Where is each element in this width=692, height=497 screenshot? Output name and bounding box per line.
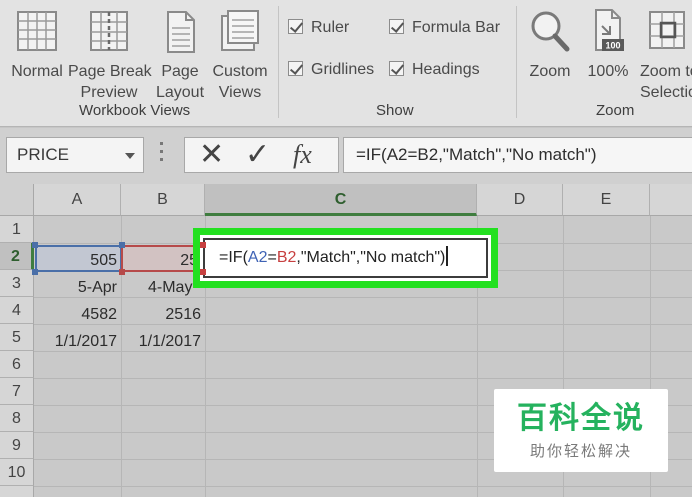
edit-operator: = xyxy=(267,249,277,266)
column-header-d[interactable]: D xyxy=(477,184,563,216)
ribbon-separator xyxy=(516,6,517,118)
ruler-check-icon xyxy=(288,19,303,34)
cancel-icon[interactable]: ✕ xyxy=(199,137,224,173)
edit-prefix: =IF( xyxy=(219,249,248,266)
custom-views-icon xyxy=(221,10,259,51)
cell-b4[interactable]: 2516 xyxy=(122,301,205,328)
zoom-to-selection-button[interactable]: Zoom to Selection xyxy=(638,8,692,101)
column-header-b[interactable]: B xyxy=(121,184,205,216)
row-header-10[interactable]: 10 xyxy=(0,459,34,486)
page-break-preview-label-1: Page Break xyxy=(68,63,152,80)
cell-c2-editor-highlight: =IF(A2=B2,"Match","No match") xyxy=(193,228,498,288)
magnifier-icon xyxy=(531,11,570,52)
chevron-down-icon[interactable] xyxy=(125,153,135,159)
watermark-title: 百科全说 xyxy=(517,401,645,436)
watermark-logo: 百科全说 助你轻松解决 xyxy=(494,389,668,472)
select-all-corner[interactable] xyxy=(0,184,34,216)
cell-a5[interactable]: 1/1/2017 xyxy=(35,328,121,355)
enter-check-icon[interactable]: ✓ xyxy=(245,137,270,173)
ribbon: Normal Page Break Preview Page Layout Cu… xyxy=(0,0,692,127)
page-layout-label-1: Page xyxy=(161,63,199,80)
workbook-views-group-label: Workbook Views xyxy=(79,102,191,119)
gridlines-label: Gridlines xyxy=(311,61,375,78)
custom-views-label-1: Custom xyxy=(212,63,268,80)
normal-view-button[interactable]: Normal xyxy=(4,8,70,98)
zoom-group-label: Zoom xyxy=(596,102,635,119)
cell-a3[interactable]: 5-Apr xyxy=(35,274,121,301)
zoom-button[interactable]: Zoom xyxy=(522,8,578,98)
row-header-2[interactable]: 2 xyxy=(0,243,34,270)
column-header-e[interactable]: E xyxy=(563,184,650,216)
column-header-f[interactable] xyxy=(650,184,692,216)
watermark-subtitle: 助你轻松解决 xyxy=(529,442,632,460)
row-header-9[interactable]: 9 xyxy=(0,432,34,459)
headings-check-icon xyxy=(389,61,404,76)
cell-b3[interactable]: 4-May xyxy=(122,274,194,301)
zoom-100-button[interactable]: 100 100% xyxy=(580,8,636,98)
formula-bar-check-icon xyxy=(389,19,404,34)
insert-function-icon[interactable]: fx xyxy=(293,138,312,172)
headings-label: Headings xyxy=(412,61,480,78)
row-header-6[interactable]: 6 xyxy=(0,351,34,378)
grip-dots-icon xyxy=(160,142,164,168)
formula-input[interactable]: =IF(A2=B2,"Match","No match") xyxy=(343,137,692,173)
cell-a2[interactable]: 505 xyxy=(35,247,121,274)
gridline xyxy=(34,378,692,379)
gridlines-checkbox[interactable]: Gridlines xyxy=(288,61,374,79)
gridlines-check-icon xyxy=(288,61,303,76)
row-header-3[interactable]: 3 xyxy=(0,270,34,297)
row-header-5[interactable]: 5 xyxy=(0,324,34,351)
selection-handle[interactable] xyxy=(200,269,206,275)
page-layout-label-2: Layout xyxy=(155,84,205,101)
cell-a4[interactable]: 4582 xyxy=(35,301,121,328)
normal-view-label: Normal xyxy=(11,63,63,80)
cell-c2-editor[interactable]: =IF(A2=B2,"Match","No match") xyxy=(203,238,488,278)
name-box-value: PRICE xyxy=(17,145,69,164)
show-group-label: Show xyxy=(376,102,414,119)
normal-view-icon xyxy=(17,11,57,51)
name-box[interactable]: PRICE xyxy=(6,137,144,173)
formula-buttons: ✕ ✓ fx xyxy=(184,137,339,173)
edit-rest: ,"Match","No match") xyxy=(296,249,446,266)
formula-bar-label: Formula Bar xyxy=(412,19,501,36)
custom-views-button[interactable]: Custom Views xyxy=(208,8,272,101)
edit-ref-b2: B2 xyxy=(276,249,297,266)
page-layout-button[interactable]: Page Layout xyxy=(152,8,208,101)
ribbon-separator xyxy=(278,6,279,118)
formula-bar-checkbox[interactable]: Formula Bar xyxy=(389,19,500,37)
text-cursor xyxy=(446,246,449,266)
zoom-button-label: Zoom xyxy=(529,63,571,80)
ruler-checkbox[interactable]: Ruler xyxy=(288,19,349,37)
selection-handle[interactable] xyxy=(200,242,206,248)
row-header-11[interactable] xyxy=(0,486,34,497)
zoom-to-selection-icon xyxy=(649,11,685,49)
zoom-100-icon-text: 100 xyxy=(605,41,620,51)
page-layout-icon xyxy=(167,11,195,53)
page-break-preview-icon xyxy=(90,11,128,51)
custom-views-label-2: Views xyxy=(218,84,262,101)
row-header-4[interactable]: 4 xyxy=(0,297,34,324)
column-header-a[interactable]: A xyxy=(34,184,121,216)
gridline xyxy=(34,486,692,487)
cell-b5[interactable]: 1/1/2017 xyxy=(122,328,205,355)
column-header-c[interactable]: C xyxy=(205,184,477,216)
zoom-100-icon: 100 xyxy=(595,9,624,51)
ruler-label: Ruler xyxy=(311,19,350,36)
headings-checkbox[interactable]: Headings xyxy=(389,61,480,79)
cell-b2[interactable]: 25 xyxy=(122,247,202,274)
zoom-to-selection-label-2: Selection xyxy=(640,84,692,101)
page-break-preview-label-2: Preview xyxy=(80,84,138,101)
page-break-preview-button[interactable]: Page Break Preview xyxy=(68,8,152,101)
row-header-1[interactable]: 1 xyxy=(0,216,34,243)
zoom-to-selection-label-1: Zoom to xyxy=(640,63,692,80)
zoom-100-label: 100% xyxy=(587,63,629,80)
row-header-7[interactable]: 7 xyxy=(0,378,34,405)
formula-bar-area: PRICE ✕ ✓ fx =IF(A2=B2,"Match","No match… xyxy=(0,128,692,184)
edit-ref-a2: A2 xyxy=(247,249,268,266)
row-header-8[interactable]: 8 xyxy=(0,405,34,432)
